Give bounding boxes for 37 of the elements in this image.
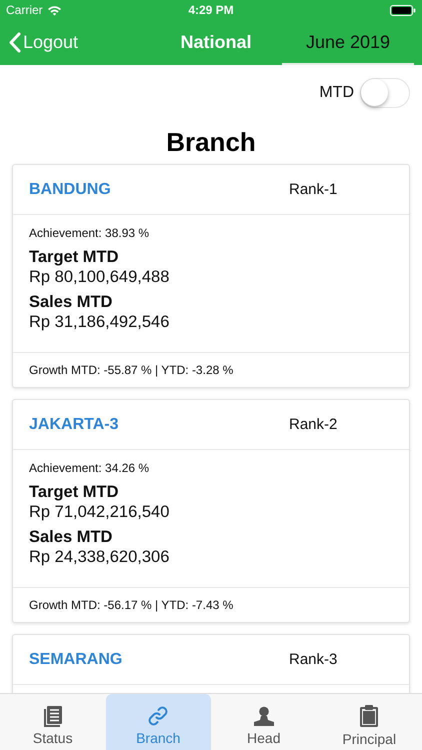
- target-label: Target MTD: [29, 483, 120, 502]
- wifi-icon: [46, 4, 62, 16]
- mtd-toggle[interactable]: [360, 78, 410, 108]
- clock-time: 4:29 PM: [188, 3, 234, 17]
- document-icon: [42, 704, 64, 726]
- target-label: Target MTD: [29, 248, 120, 267]
- sales-value: Rp 31,186,492,546: [29, 313, 170, 332]
- branch-name[interactable]: BANDUNG: [29, 180, 111, 198]
- rank-label: Rank-1: [289, 181, 338, 198]
- branch-name[interactable]: SEMARANG: [29, 650, 122, 668]
- person-icon: [252, 704, 275, 726]
- achievement-text: Achievement: 34.26 %: [29, 461, 150, 475]
- target-value: Rp 80,100,649,488: [29, 268, 170, 287]
- clipboard-icon: [358, 704, 380, 728]
- growth-text: Growth MTD: -55.87 % | YTD: -3.28 %: [29, 363, 234, 377]
- growth-text: Growth MTD: -56.17 % | YTD: -7.43 %: [29, 598, 234, 612]
- tab-item[interactable]: Branch: [106, 694, 211, 750]
- carrier-label: Carrier: [6, 3, 43, 17]
- rank-label: Rank-3: [289, 651, 338, 668]
- nav-title: National: [180, 32, 252, 53]
- page-title: Branch: [166, 127, 256, 158]
- back-button[interactable]: Logout: [0, 31, 84, 54]
- tab-item[interactable]: Head: [211, 694, 316, 750]
- sales-value: Rp 24,338,620,306: [29, 548, 170, 567]
- sales-label: Sales MTD: [29, 528, 114, 547]
- achievement-text: Achievement: 38.93 %: [29, 226, 150, 240]
- tab-item[interactable]: Principal: [316, 694, 422, 750]
- tab-item[interactable]: Status: [0, 694, 106, 750]
- mtd-label: MTD: [319, 84, 354, 102]
- rank-label: Rank-2: [289, 416, 338, 433]
- branch-name[interactable]: JAKARTA-3: [29, 416, 118, 434]
- battery-icon: [390, 4, 416, 16]
- target-value: Rp 71,042,216,540: [29, 503, 170, 522]
- sales-label: Sales MTD: [29, 293, 114, 312]
- link-icon: [147, 704, 170, 726]
- chevron-left-icon: [8, 32, 21, 53]
- period-selector[interactable]: June 2019: [282, 20, 414, 65]
